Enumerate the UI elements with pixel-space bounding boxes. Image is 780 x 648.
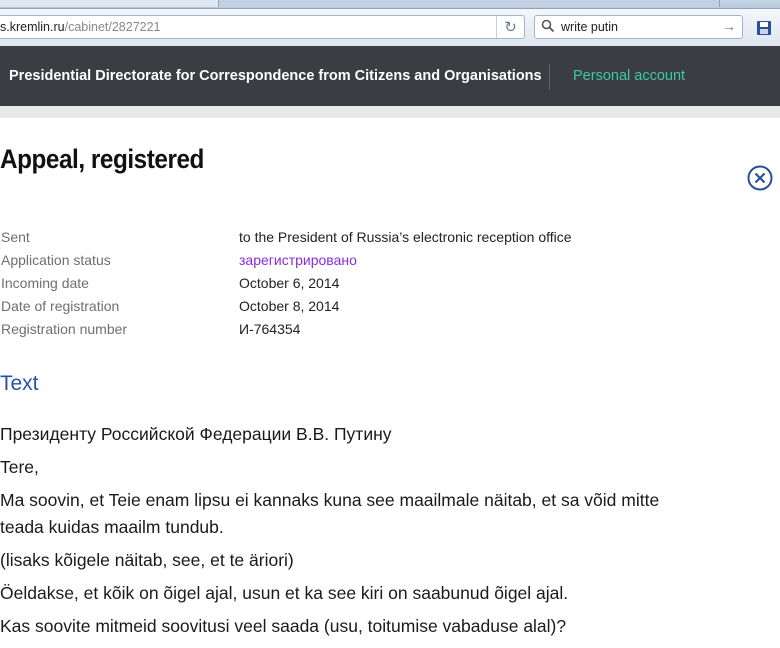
browser-tab-active[interactable]: [0, 0, 219, 7]
close-icon[interactable]: [747, 165, 773, 191]
detail-label: Date of registration: [1, 298, 120, 314]
detail-row-registration-number: Registration number И-764354: [0, 319, 700, 342]
detail-row-registration-date: Date of registration October 8, 2014: [0, 296, 700, 319]
search-go-arrow-icon[interactable]: →: [722, 18, 736, 34]
letter-paragraph: Президенту Российской Федерации В.В. Пут…: [0, 424, 392, 444]
header-separator-band: [0, 106, 780, 118]
detail-label: Sent: [1, 229, 30, 245]
browser-tab-strip: [0, 0, 780, 9]
detail-value: October 8, 2014: [239, 298, 340, 314]
header-divider: [549, 64, 550, 90]
appeal-text: Президенту Российской Федерации В.В. Пут…: [0, 421, 680, 646]
detail-value: И-764354: [239, 321, 301, 337]
status-value: зарегистрировано: [239, 252, 357, 268]
site-title[interactable]: Presidential Directorate for Corresponde…: [9, 68, 542, 84]
letter-paragraph: Tere,: [0, 457, 39, 477]
detail-label: Incoming date: [1, 275, 89, 291]
reload-icon[interactable]: ↻: [496, 16, 524, 38]
browser-tab[interactable]: [219, 0, 720, 7]
search-icon: [541, 19, 555, 33]
detail-label: Application status: [1, 252, 111, 268]
search-bar[interactable]: write putin →: [534, 15, 743, 39]
address-bar[interactable]: s.kremlin.ru/cabinet/2827221 ↻: [0, 15, 525, 39]
detail-value: October 6, 2014: [239, 275, 340, 291]
address-text: s.kremlin.ru/cabinet/2827221: [0, 20, 161, 34]
url-host: s.kremlin.ru: [0, 20, 65, 34]
browser-toolbar: s.kremlin.ru/cabinet/2827221 ↻ write put…: [0, 9, 780, 46]
detail-value: to the President of Russia’s electronic …: [239, 229, 572, 245]
save-icon[interactable]: [756, 20, 772, 36]
letter-paragraph: Ma soovin, et Teie enam lipsu ei kannaks…: [0, 490, 660, 537]
appeal-details: Sent to the President of Russia’s electr…: [0, 227, 700, 342]
search-input[interactable]: write putin: [561, 20, 618, 34]
letter-paragraph: Öeldakse, et kõik on õigel ajal, usun et…: [0, 583, 569, 603]
letter-paragraph: Kas soovite mitmeid soovitusi veel saada…: [0, 616, 567, 636]
url-path: /cabinet/2827221: [64, 20, 161, 34]
text-section-title: Text: [0, 372, 39, 395]
letter-paragraph: (lisaks kõigele näitab, see, et te ärior…: [0, 550, 294, 570]
detail-label: Registration number: [1, 321, 128, 337]
site-header: Presidential Directorate for Corresponde…: [0, 46, 780, 106]
detail-row-incoming-date: Incoming date October 6, 2014: [0, 273, 700, 296]
page-title: Appeal, registered: [0, 144, 204, 174]
personal-account-link[interactable]: Personal account: [573, 68, 685, 84]
detail-row-sent: Sent to the President of Russia’s electr…: [0, 227, 700, 250]
detail-row-status: Application status зарегистрировано: [0, 250, 700, 273]
